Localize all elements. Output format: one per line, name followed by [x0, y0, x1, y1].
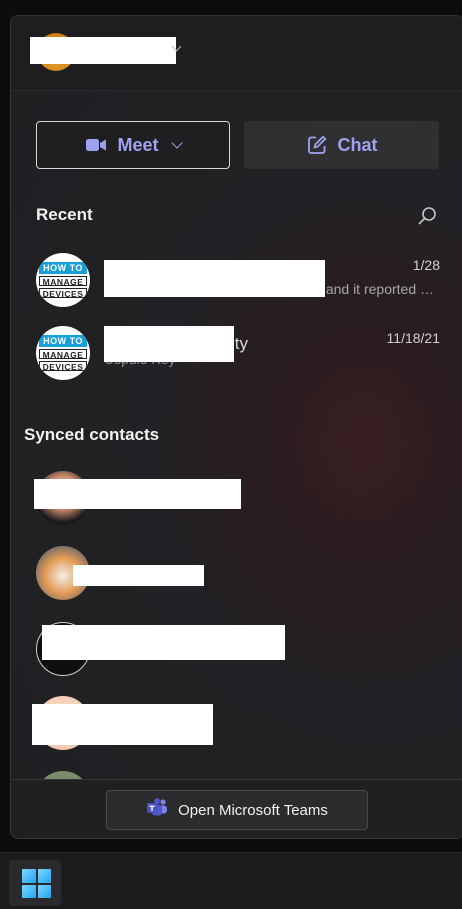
- flyout-footer: Open Microsoft Teams: [11, 779, 462, 838]
- logo-text: HOW TO: [39, 335, 87, 347]
- open-microsoft-teams-button[interactable]: Open Microsoft Teams: [106, 790, 368, 830]
- conversation-date: 11/18/21: [386, 330, 440, 346]
- contact-item[interactable]: [11, 546, 462, 606]
- recent-conversation[interactable]: HOW TO MANAGE DEVICES 1/28 and it report…: [11, 251, 462, 313]
- avatar: [36, 771, 90, 779]
- video-camera-icon: [85, 134, 107, 156]
- taskbar: [0, 852, 462, 909]
- redacted-contact-name: [34, 479, 241, 509]
- avatar: HOW TO MANAGE DEVICES: [36, 326, 90, 380]
- start-button[interactable]: [9, 860, 61, 906]
- logo-text: DEVICES: [39, 361, 87, 372]
- chat-button-label: Chat: [337, 134, 378, 155]
- contact-item[interactable]: [11, 696, 462, 756]
- logo-text: MANAGE: [39, 276, 87, 287]
- contact-item[interactable]: [11, 771, 462, 779]
- redacted-user-name: [30, 37, 176, 64]
- flyout-header: [11, 16, 462, 91]
- logo-text: HOW TO: [39, 262, 87, 274]
- teams-chat-flyout: Meet Chat Recent HOW TO MANAGE DEVICES 1…: [10, 15, 462, 839]
- redacted-contact-name: [32, 704, 213, 745]
- recent-conversation[interactable]: HOW TO MANAGE DEVICES 11/18/21 Uspulo Ke…: [11, 324, 462, 386]
- contact-item[interactable]: [11, 471, 462, 531]
- redacted-contact-name: [42, 625, 285, 660]
- redacted-conversation-name: [104, 260, 325, 297]
- synced-contacts-title: Synced contacts: [24, 425, 160, 444]
- conversation-date: 1/28: [412, 257, 440, 273]
- chat-button[interactable]: Chat: [244, 121, 439, 169]
- open-microsoft-teams-label: Open Microsoft Teams: [178, 801, 328, 819]
- chevron-down-icon[interactable]: [170, 136, 183, 149]
- search-icon[interactable]: [416, 205, 438, 227]
- logo-text: MANAGE: [39, 349, 87, 360]
- redacted-conversation-name: [104, 326, 234, 362]
- recent-section-title: Recent: [36, 205, 93, 224]
- logo-text: DEVICES: [39, 288, 87, 299]
- contact-item[interactable]: l: [11, 622, 462, 682]
- meet-button[interactable]: Meet: [36, 121, 230, 169]
- windows-logo-icon: [22, 869, 51, 898]
- meet-button-label: Meet: [117, 134, 159, 155]
- avatar: HOW TO MANAGE DEVICES: [36, 253, 90, 307]
- teams-icon: [146, 798, 168, 822]
- compose-icon: [306, 134, 328, 156]
- redacted-contact-name: [73, 565, 204, 586]
